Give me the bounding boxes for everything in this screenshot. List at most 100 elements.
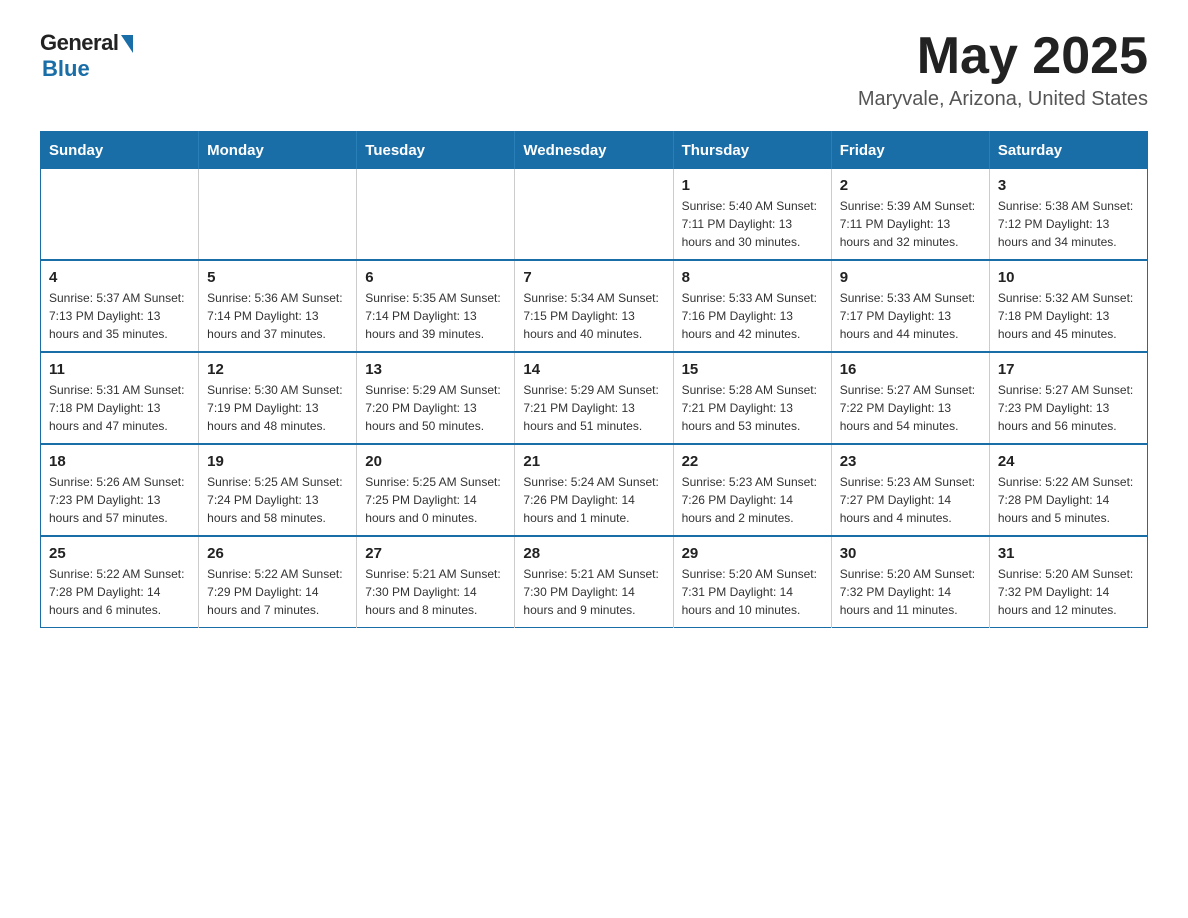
day-number: 10: [998, 269, 1139, 286]
calendar-cell: [515, 169, 673, 260]
calendar-cell: 2Sunrise: 5:39 AM Sunset: 7:11 PM Daylig…: [831, 169, 989, 260]
day-number: 11: [49, 361, 190, 378]
calendar-cell: 19 Sunrise: 5:25 AM Sunset: 7:24 PM Dayli…: [199, 444, 357, 536]
day-info: Sunrise: 5:22 AM Sunset: 7:29 PM Dayligh…: [207, 565, 348, 619]
logo: General Blue: [40, 30, 133, 82]
day-info: Sunrise: 5:29 AM Sunset: 7:21 PM Dayligh…: [523, 381, 664, 435]
day-number: 20: [365, 453, 506, 470]
day-info: Sunrise: 5:23 AM Sunset: 7:26 PM Dayligh…: [682, 473, 823, 527]
day-number: 7: [523, 269, 664, 286]
calendar-cell: 1Sunrise: 5:40 AM Sunset: 7:11 PM Daylig…: [673, 169, 831, 260]
calendar-cell: 7Sunrise: 5:34 AM Sunset: 7:15 PM Daylig…: [515, 260, 673, 352]
day-number: 28: [523, 545, 664, 562]
day-number: 23: [840, 453, 981, 470]
day-number: 3: [998, 177, 1139, 194]
day-info: Sunrise: 5:30 AM Sunset: 7:19 PM Dayligh…: [207, 381, 348, 435]
day-info: Sunrise: 5:31 AM Sunset: 7:18 PM Dayligh…: [49, 381, 190, 435]
calendar-cell: 22 Sunrise: 5:23 AM Sunset: 7:26 PM Dayli…: [673, 444, 831, 536]
day-info: Sunrise: 5:22 AM Sunset: 7:28 PM Dayligh…: [49, 565, 190, 619]
calendar-header-saturday: Saturday: [989, 132, 1147, 170]
title-section: May 2025 Maryvale, Arizona, United State…: [858, 30, 1148, 111]
logo-general-text: General: [40, 30, 118, 56]
day-info: Sunrise: 5:33 AM Sunset: 7:17 PM Dayligh…: [840, 289, 981, 343]
day-number: 6: [365, 269, 506, 286]
calendar-header-friday: Friday: [831, 132, 989, 170]
day-number: 4: [49, 269, 190, 286]
day-number: 13: [365, 361, 506, 378]
day-number: 29: [682, 545, 823, 562]
day-number: 14: [523, 361, 664, 378]
calendar-cell: 29 Sunrise: 5:20 AM Sunset: 7:31 PM Dayli…: [673, 536, 831, 628]
month-title: May 2025: [858, 30, 1148, 82]
logo-arrow-icon: [121, 35, 133, 53]
day-number: 5: [207, 269, 348, 286]
day-info: Sunrise: 5:40 AM Sunset: 7:11 PM Dayligh…: [682, 197, 823, 251]
calendar-cell: 17 Sunrise: 5:27 AM Sunset: 7:23 PM Dayli…: [989, 352, 1147, 444]
day-number: 27: [365, 545, 506, 562]
page-header: General Blue May 2025 Maryvale, Arizona,…: [40, 30, 1148, 111]
calendar-header-thursday: Thursday: [673, 132, 831, 170]
calendar-week-row: 1Sunrise: 5:40 AM Sunset: 7:11 PM Daylig…: [41, 169, 1148, 260]
calendar-header-row: SundayMondayTuesdayWednesdayThursdayFrid…: [41, 132, 1148, 170]
day-number: 22: [682, 453, 823, 470]
day-number: 19: [207, 453, 348, 470]
calendar-week-row: 11 Sunrise: 5:31 AM Sunset: 7:18 PM Dayli…: [41, 352, 1148, 444]
day-info: Sunrise: 5:21 AM Sunset: 7:30 PM Dayligh…: [523, 565, 664, 619]
day-number: 15: [682, 361, 823, 378]
day-number: 30: [840, 545, 981, 562]
day-info: Sunrise: 5:20 AM Sunset: 7:32 PM Dayligh…: [998, 565, 1139, 619]
day-info: Sunrise: 5:20 AM Sunset: 7:31 PM Dayligh…: [682, 565, 823, 619]
calendar-table: SundayMondayTuesdayWednesdayThursdayFrid…: [40, 131, 1148, 628]
day-info: Sunrise: 5:23 AM Sunset: 7:27 PM Dayligh…: [840, 473, 981, 527]
day-info: Sunrise: 5:26 AM Sunset: 7:23 PM Dayligh…: [49, 473, 190, 527]
calendar-cell: 6Sunrise: 5:35 AM Sunset: 7:14 PM Daylig…: [357, 260, 515, 352]
calendar-cell: 12 Sunrise: 5:30 AM Sunset: 7:19 PM Dayli…: [199, 352, 357, 444]
calendar-cell: 26 Sunrise: 5:22 AM Sunset: 7:29 PM Dayli…: [199, 536, 357, 628]
day-info: Sunrise: 5:20 AM Sunset: 7:32 PM Dayligh…: [840, 565, 981, 619]
day-number: 2: [840, 177, 981, 194]
day-info: Sunrise: 5:25 AM Sunset: 7:24 PM Dayligh…: [207, 473, 348, 527]
calendar-cell: 27 Sunrise: 5:21 AM Sunset: 7:30 PM Dayli…: [357, 536, 515, 628]
logo-blue-text: Blue: [42, 56, 90, 82]
calendar-cell: [199, 169, 357, 260]
calendar-cell: 28 Sunrise: 5:21 AM Sunset: 7:30 PM Dayli…: [515, 536, 673, 628]
calendar-cell: 15Sunrise: 5:28 AM Sunset: 7:21 PM Dayli…: [673, 352, 831, 444]
day-info: Sunrise: 5:37 AM Sunset: 7:13 PM Dayligh…: [49, 289, 190, 343]
calendar-header-sunday: Sunday: [41, 132, 199, 170]
calendar-cell: 16 Sunrise: 5:27 AM Sunset: 7:22 PM Dayli…: [831, 352, 989, 444]
calendar-cell: 20Sunrise: 5:25 AM Sunset: 7:25 PM Dayli…: [357, 444, 515, 536]
calendar-cell: 14 Sunrise: 5:29 AM Sunset: 7:21 PM Dayli…: [515, 352, 673, 444]
calendar-cell: 21Sunrise: 5:24 AM Sunset: 7:26 PM Dayli…: [515, 444, 673, 536]
calendar-cell: 13 Sunrise: 5:29 AM Sunset: 7:20 PM Dayli…: [357, 352, 515, 444]
day-info: Sunrise: 5:36 AM Sunset: 7:14 PM Dayligh…: [207, 289, 348, 343]
calendar-cell: [41, 169, 199, 260]
calendar-cell: 4 Sunrise: 5:37 AM Sunset: 7:13 PM Daylig…: [41, 260, 199, 352]
day-info: Sunrise: 5:27 AM Sunset: 7:22 PM Dayligh…: [840, 381, 981, 435]
day-number: 16: [840, 361, 981, 378]
calendar-cell: 10 Sunrise: 5:32 AM Sunset: 7:18 PM Dayli…: [989, 260, 1147, 352]
day-number: 26: [207, 545, 348, 562]
calendar-cell: 18Sunrise: 5:26 AM Sunset: 7:23 PM Dayli…: [41, 444, 199, 536]
calendar-cell: 23 Sunrise: 5:23 AM Sunset: 7:27 PM Dayli…: [831, 444, 989, 536]
calendar-header-wednesday: Wednesday: [515, 132, 673, 170]
day-info: Sunrise: 5:38 AM Sunset: 7:12 PM Dayligh…: [998, 197, 1139, 251]
calendar-cell: 5 Sunrise: 5:36 AM Sunset: 7:14 PM Daylig…: [199, 260, 357, 352]
day-number: 17: [998, 361, 1139, 378]
day-info: Sunrise: 5:27 AM Sunset: 7:23 PM Dayligh…: [998, 381, 1139, 435]
day-number: 25: [49, 545, 190, 562]
location-subtitle: Maryvale, Arizona, United States: [858, 88, 1148, 111]
day-number: 9: [840, 269, 981, 286]
day-number: 8: [682, 269, 823, 286]
calendar-cell: 8 Sunrise: 5:33 AM Sunset: 7:16 PM Daylig…: [673, 260, 831, 352]
calendar-cell: [357, 169, 515, 260]
day-info: Sunrise: 5:21 AM Sunset: 7:30 PM Dayligh…: [365, 565, 506, 619]
day-info: Sunrise: 5:33 AM Sunset: 7:16 PM Dayligh…: [682, 289, 823, 343]
calendar-cell: 3 Sunrise: 5:38 AM Sunset: 7:12 PM Daylig…: [989, 169, 1147, 260]
day-info: Sunrise: 5:32 AM Sunset: 7:18 PM Dayligh…: [998, 289, 1139, 343]
calendar-week-row: 4 Sunrise: 5:37 AM Sunset: 7:13 PM Daylig…: [41, 260, 1148, 352]
calendar-header-tuesday: Tuesday: [357, 132, 515, 170]
day-info: Sunrise: 5:29 AM Sunset: 7:20 PM Dayligh…: [365, 381, 506, 435]
calendar-cell: 9 Sunrise: 5:33 AM Sunset: 7:17 PM Daylig…: [831, 260, 989, 352]
calendar-cell: 30 Sunrise: 5:20 AM Sunset: 7:32 PM Dayli…: [831, 536, 989, 628]
day-number: 12: [207, 361, 348, 378]
